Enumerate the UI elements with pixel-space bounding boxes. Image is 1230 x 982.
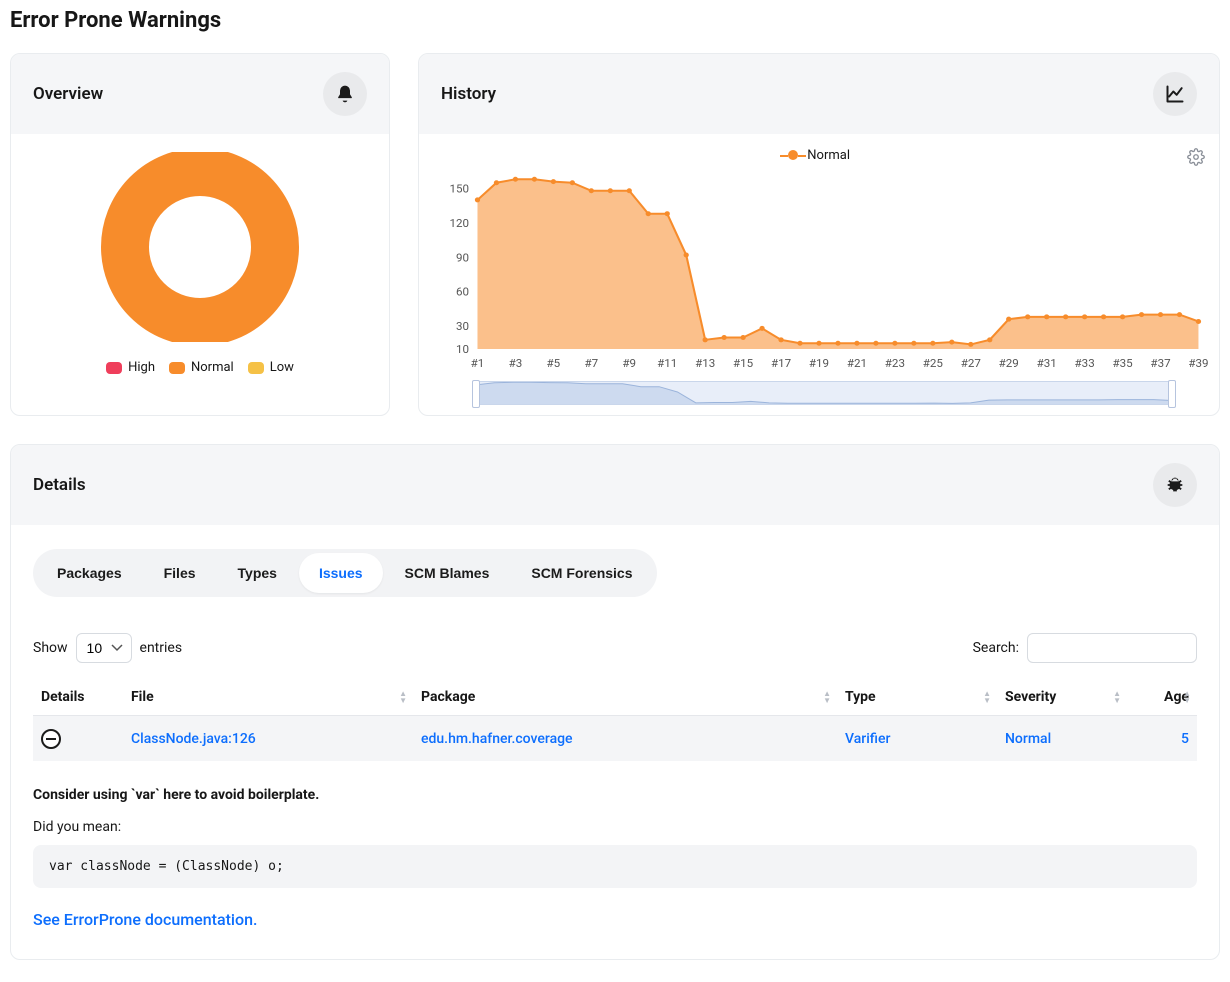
overview-card: Overview High Normal [10, 53, 390, 416]
col-details[interactable]: Details [33, 679, 123, 716]
range-mini-chart [476, 382, 1172, 404]
tab-packages[interactable]: Packages [37, 553, 142, 593]
history-legend[interactable]: Normal [429, 148, 1209, 163]
svg-text:90: 90 [456, 252, 469, 265]
code-suggestion: var classNode = (ClassNode) o; [33, 845, 1197, 888]
show-entries: Show 10 entries [33, 633, 182, 663]
svg-text:#17: #17 [771, 357, 791, 370]
svg-text:#21: #21 [847, 357, 867, 370]
col-age[interactable]: Age▲▼ [1127, 679, 1197, 716]
svg-text:#5: #5 [547, 357, 561, 370]
range-slider[interactable] [475, 381, 1173, 405]
issue-message: Consider using `var` here to avoid boile… [33, 787, 1197, 803]
issue-expanded-detail: Consider using `var` here to avoid boile… [33, 787, 1197, 929]
col-type[interactable]: Type▲▼ [837, 679, 997, 716]
svg-text:#19: #19 [809, 357, 829, 370]
sort-icon: ▲▼ [1113, 690, 1121, 704]
swatch-high [106, 362, 122, 374]
severity-donut-chart [100, 152, 300, 342]
bell-icon[interactable] [323, 72, 367, 116]
documentation-link[interactable]: See ErrorProne documentation. [33, 910, 1197, 929]
tab-files[interactable]: Files [144, 553, 216, 593]
legend-high[interactable]: High [106, 360, 155, 375]
overview-legend: High Normal Low [106, 360, 294, 375]
legend-low[interactable]: Low [248, 360, 294, 375]
bug-icon[interactable] [1153, 463, 1197, 507]
sort-icon: ▲▼ [823, 690, 831, 704]
svg-text:#31: #31 [1037, 357, 1057, 370]
tab-issues[interactable]: Issues [299, 553, 383, 593]
svg-text:#3: #3 [509, 357, 523, 370]
col-package[interactable]: Package▲▼ [413, 679, 837, 716]
swatch-low [248, 362, 264, 374]
age-link[interactable]: 5 [1181, 731, 1189, 747]
sort-icon: ▲▼ [1183, 690, 1191, 704]
svg-text:10: 10 [456, 343, 469, 356]
swatch-normal [169, 362, 185, 374]
svg-text:#39: #39 [1188, 357, 1208, 370]
col-file[interactable]: File▲▼ [123, 679, 413, 716]
overview-title: Overview [33, 84, 103, 104]
severity-link[interactable]: Normal [1005, 731, 1051, 747]
page-size-select[interactable]: 10 [76, 633, 132, 663]
issue-hint: Did you mean: [33, 819, 1197, 835]
svg-text:#15: #15 [733, 357, 753, 370]
details-card: Details PackagesFilesTypesIssuesSCM Blam… [10, 444, 1220, 960]
sort-icon: ▲▼ [983, 690, 991, 704]
range-handle-right[interactable] [1168, 380, 1176, 408]
col-severity[interactable]: Severity▲▼ [997, 679, 1127, 716]
gear-icon[interactable] [1187, 148, 1205, 170]
collapse-row-button[interactable] [41, 729, 61, 749]
history-title: History [441, 84, 496, 104]
svg-text:#9: #9 [622, 357, 636, 370]
tab-scm-forensics[interactable]: SCM Forensics [511, 553, 652, 593]
svg-text:#11: #11 [657, 357, 677, 370]
svg-text:#23: #23 [885, 357, 905, 370]
file-link[interactable]: ClassNode.java:126 [131, 731, 256, 747]
svg-text:60: 60 [456, 286, 469, 299]
history-area-chart: 10 30 60 90 120 150 #1 #3 #5 #7 #9 #11 #13 #15 #17 #19 #… [429, 171, 1209, 371]
table-row: ClassNode.java:126 edu.hm.hafner.coverag… [33, 716, 1197, 762]
svg-text:#33: #33 [1075, 357, 1095, 370]
minus-icon [46, 738, 56, 740]
svg-text:#37: #37 [1150, 357, 1170, 370]
tab-types[interactable]: Types [218, 553, 297, 593]
svg-text:#35: #35 [1112, 357, 1132, 370]
svg-text:#29: #29 [999, 357, 1019, 370]
svg-text:#13: #13 [695, 357, 715, 370]
issues-table: Details File▲▼ Package▲▼ Type▲▼ Severity… [33, 679, 1197, 761]
svg-text:#7: #7 [584, 357, 598, 370]
type-link[interactable]: Varifier [845, 731, 890, 747]
details-title: Details [33, 475, 86, 495]
sort-icon: ▲▼ [399, 690, 407, 704]
svg-text:30: 30 [456, 320, 469, 333]
legend-normal[interactable]: Normal [169, 360, 234, 375]
history-card: History Normal 10 30 60 90 120 150 #1 #3 #5 #7 #9 #… [418, 53, 1220, 416]
svg-text:150: 150 [449, 183, 469, 196]
line-chart-icon[interactable] [1153, 72, 1197, 116]
svg-text:120: 120 [449, 217, 469, 230]
search-box: Search: [973, 633, 1197, 663]
svg-text:#25: #25 [923, 357, 943, 370]
range-handle-left[interactable] [472, 380, 480, 408]
series-marker-icon [788, 150, 798, 160]
svg-text:#1: #1 [471, 357, 485, 370]
package-link[interactable]: edu.hm.hafner.coverage [421, 731, 573, 747]
page-title: Error Prone Warnings [10, 8, 1220, 33]
svg-text:#27: #27 [961, 357, 981, 370]
tab-scm-blames[interactable]: SCM Blames [385, 553, 510, 593]
search-input[interactable] [1027, 633, 1197, 663]
details-tabs: PackagesFilesTypesIssuesSCM BlamesSCM Fo… [33, 549, 657, 597]
